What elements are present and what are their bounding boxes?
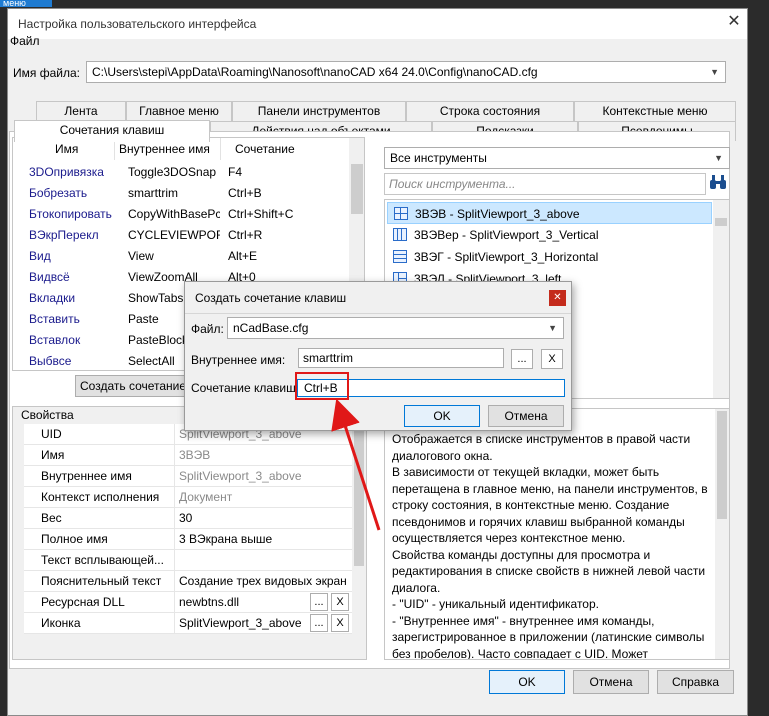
highlight-box xyxy=(295,372,349,400)
annotation-arrow xyxy=(331,398,381,531)
